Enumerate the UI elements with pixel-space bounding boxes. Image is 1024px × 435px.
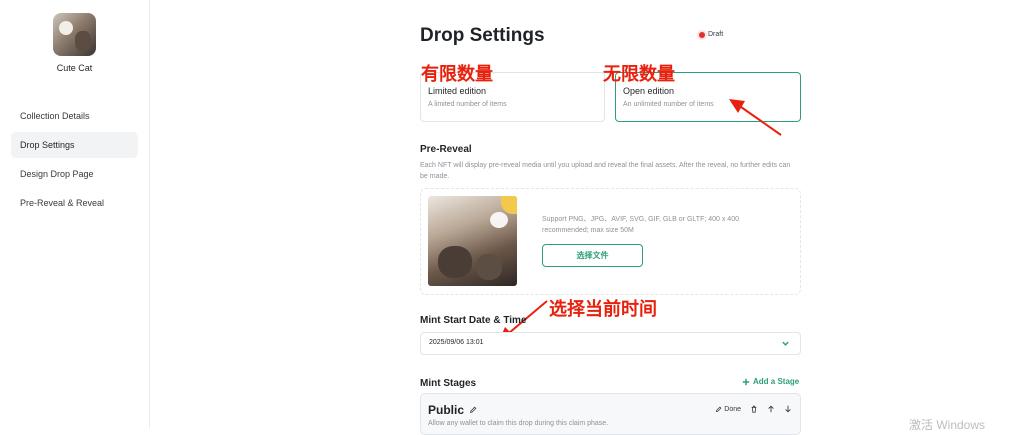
mint-start-datetime-value: 2025/09/06 13:01 (429, 339, 484, 346)
add-stage-label: Add a Stage (753, 377, 800, 386)
stage-done-button[interactable]: Done (715, 406, 741, 413)
sidebar-item-design-drop-page[interactable]: Design Drop Page (11, 161, 138, 187)
add-stage-button[interactable]: Add a Stage (742, 377, 799, 386)
arrow-down-icon[interactable] (784, 405, 792, 413)
upload-info: Support PNG、JPG、AVIF, SVG, GIF, GLB or G… (542, 216, 739, 234)
edit-name-pencil-icon[interactable] (469, 406, 477, 414)
prereveal-help: Each NFT will display pre-reveal media u… (420, 162, 791, 180)
mint-start-title: Mint Start Date & Time (420, 315, 527, 326)
page-title: Drop Settings (420, 25, 545, 46)
plus-icon (742, 378, 750, 385)
main-content: Drop Settings Draft Limited edition A li… (150, 0, 1024, 435)
stage-tools: Done (715, 405, 792, 413)
stage-name-label: Public (428, 403, 465, 417)
limited-edition-desc: A limited number of items (428, 101, 507, 108)
pencil-icon (716, 406, 722, 412)
annotation-select-time: 选择当前时间 (549, 299, 657, 320)
open-edition-title: Open edition (623, 86, 675, 96)
limited-edition-title: Limited edition (428, 86, 487, 96)
trash-icon[interactable] (750, 405, 758, 413)
annotation-arrow-1 (729, 99, 782, 136)
status-badge-label: Draft (708, 31, 724, 38)
collection-avatar (53, 13, 96, 56)
sidebar-item-pre-reveal[interactable]: Pre-Reveal & Reveal (11, 190, 138, 216)
sidebar-item-drop-settings[interactable]: Drop Settings (11, 132, 138, 158)
status-dot-icon (699, 31, 705, 38)
stage-card-public: Public Allow any wallet to claim this dr… (420, 393, 801, 435)
choose-file-button[interactable]: 选择文件 (542, 244, 643, 267)
collection-name: Cute Cat (56, 63, 93, 73)
sidebar-nav: Collection Details Drop Settings Design … (11, 103, 138, 219)
status-badge: Draft (699, 31, 723, 38)
windows-activation-watermark: 激活 Windows (909, 418, 986, 432)
upload-box[interactable]: Support PNG、JPG、AVIF, SVG, GIF, GLB or G… (420, 188, 801, 295)
sidebar-item-collection-details[interactable]: Collection Details (11, 103, 138, 129)
annotation-unlimited: 无限数量 (603, 64, 675, 85)
mint-stages-title: Mint Stages (420, 378, 477, 389)
annotation-limited: 有限数量 (421, 64, 493, 85)
stage-desc: Allow any wallet to claim this drop duri… (428, 420, 609, 427)
prereveal-preview-image (428, 196, 517, 286)
stage-name: Public (428, 403, 477, 417)
stage-done-label: Done (724, 405, 741, 413)
mint-start-datetime-input[interactable]: 2025/09/06 13:01 (420, 332, 801, 355)
open-edition-desc: An unlimited number of items (623, 101, 714, 108)
arrow-up-icon[interactable] (767, 405, 775, 413)
prereveal-title: Pre-Reveal (420, 144, 472, 155)
sidebar: Cute Cat Collection Details Drop Setting… (0, 0, 150, 428)
chevron-down-icon[interactable] (781, 339, 790, 348)
